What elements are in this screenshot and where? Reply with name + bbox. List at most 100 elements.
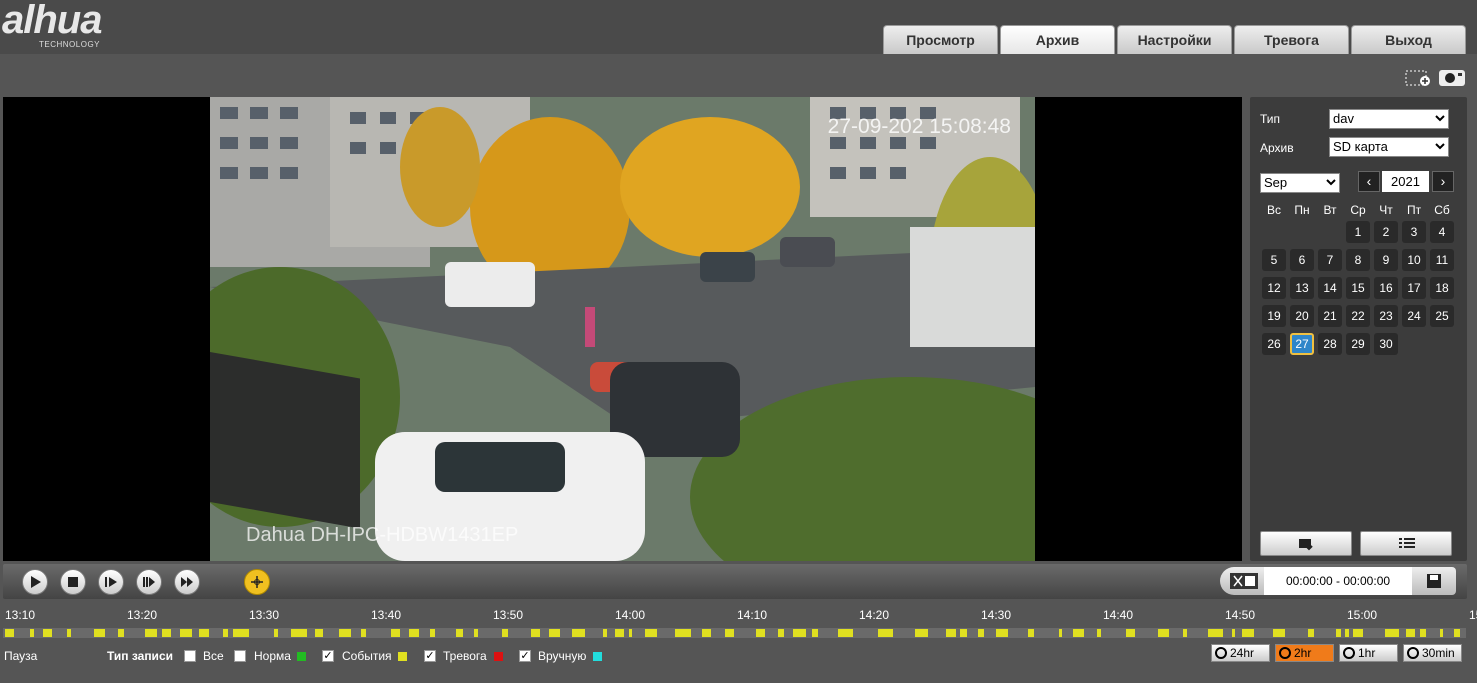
weekday-header: Вс xyxy=(1266,203,1281,217)
calendar-day[interactable]: 28 xyxy=(1318,333,1342,355)
tab-settings[interactable]: Настройки xyxy=(1117,25,1232,54)
prev-year-button[interactable]: ‹ xyxy=(1358,171,1380,192)
type-select-value: dav xyxy=(1333,111,1354,126)
year-field[interactable]: 2021 xyxy=(1382,171,1429,192)
video-frame[interactable]: 27-09-202 15:08:48 Dahua DH-IPC-HDBW1431… xyxy=(210,97,1035,561)
snapshot-icon[interactable] xyxy=(1439,69,1465,87)
calendar-day[interactable]: 1 xyxy=(1346,221,1370,243)
calendar-day[interactable]: 22 xyxy=(1346,305,1370,327)
type-select[interactable]: dav xyxy=(1329,109,1449,129)
recording-segment xyxy=(118,629,124,637)
calendar-day[interactable]: 19 xyxy=(1262,305,1286,327)
recording-segment xyxy=(1158,629,1169,637)
next-year-button[interactable]: › xyxy=(1432,171,1454,192)
file-list-button[interactable] xyxy=(1360,531,1452,556)
calendar-day[interactable]: 3 xyxy=(1402,221,1426,243)
calendar-day[interactable]: 21 xyxy=(1318,305,1342,327)
filter-normal-checkbox[interactable] xyxy=(234,650,246,662)
weekday-header: Ср xyxy=(1350,203,1366,217)
calendar-day[interactable]: 8 xyxy=(1346,249,1370,271)
type-label: Тип xyxy=(1260,112,1281,126)
clip-button[interactable] xyxy=(1220,567,1264,595)
slow-play-button[interactable] xyxy=(136,569,162,595)
filter-manual-checkbox[interactable]: ✓ xyxy=(519,650,531,662)
recording-segment xyxy=(915,629,928,637)
recording-segment xyxy=(1073,629,1084,637)
recording-segment xyxy=(1406,629,1415,637)
tab-logout[interactable]: Выход xyxy=(1351,25,1466,54)
calendar-day[interactable]: 11 xyxy=(1430,249,1454,271)
calendar-day[interactable]: 6 xyxy=(1290,249,1314,271)
chevron-down-icon xyxy=(1326,179,1336,186)
save-clip-button[interactable] xyxy=(1412,567,1456,595)
calendar-day[interactable]: 25 xyxy=(1430,305,1454,327)
calendar-day[interactable]: 27 xyxy=(1290,333,1314,355)
clip-time-range: 00:00:00 - 00:00:00 xyxy=(1264,567,1412,595)
recording-segment xyxy=(1308,629,1314,637)
zoom-24hr-button[interactable]: 24hr xyxy=(1211,644,1270,662)
calendar-day[interactable]: 23 xyxy=(1374,305,1398,327)
calendar-day[interactable]: 30 xyxy=(1374,333,1398,355)
tab-alarm[interactable]: Тревога xyxy=(1234,25,1349,54)
calendar-day[interactable]: 20 xyxy=(1290,305,1314,327)
recording-segment xyxy=(572,629,585,637)
calendar-day[interactable]: 9 xyxy=(1374,249,1398,271)
zoom-30min-button[interactable]: 30min xyxy=(1403,644,1462,662)
calendar-day[interactable]: 17 xyxy=(1402,277,1426,299)
fast-play-button[interactable] xyxy=(174,569,200,595)
tab-archive[interactable]: Архив xyxy=(1000,25,1115,54)
filter-all-checkbox[interactable] xyxy=(184,650,196,662)
dahua-logo: alhua TECHNOLOGY xyxy=(2,0,142,50)
clock-icon xyxy=(1407,647,1419,659)
zoom-1hr-button[interactable]: 1hr xyxy=(1339,644,1398,662)
month-select[interactable]: Sep xyxy=(1260,173,1340,193)
recording-segment xyxy=(960,629,967,637)
zoom-24hr-label: 24hr xyxy=(1230,646,1255,660)
zoom-region-icon[interactable] xyxy=(1405,69,1431,87)
timeline-track[interactable] xyxy=(3,628,1466,638)
calendar-day[interactable]: 13 xyxy=(1290,277,1314,299)
calendar-day[interactable]: 15 xyxy=(1346,277,1370,299)
tab-preview[interactable]: Просмотр xyxy=(883,25,998,54)
calendar-day[interactable]: 14 xyxy=(1318,277,1342,299)
recording-segment xyxy=(615,629,624,637)
archive-select-value: SD карта xyxy=(1333,139,1388,154)
recording-segment xyxy=(1232,629,1235,637)
archive-select[interactable]: SD карта xyxy=(1329,137,1449,157)
chevron-right-icon: › xyxy=(1440,173,1446,189)
calendar-day[interactable]: 24 xyxy=(1402,305,1426,327)
calendar-day[interactable]: 5 xyxy=(1262,249,1286,271)
play-button[interactable] xyxy=(22,569,48,595)
view-tools xyxy=(1405,69,1465,87)
filter-alarm-label: Тревога xyxy=(443,649,487,663)
camera-scene xyxy=(210,97,1035,561)
calendar-day[interactable]: 2 xyxy=(1374,221,1398,243)
timeline-tick-label: 13:20 xyxy=(127,608,158,622)
filter-events-checkbox[interactable]: ✓ xyxy=(322,650,334,662)
calendar-day[interactable]: 26 xyxy=(1262,333,1286,355)
download-button[interactable] xyxy=(1260,531,1352,556)
stop-button[interactable] xyxy=(60,569,86,595)
calendar-day[interactable]: 12 xyxy=(1262,277,1286,299)
archive-label: Архив xyxy=(1260,141,1294,155)
recording-segment xyxy=(978,629,984,637)
chevron-down-icon xyxy=(1435,143,1445,150)
zoom-1hr-label: 1hr xyxy=(1358,646,1376,660)
calendar-day[interactable]: 4 xyxy=(1430,221,1454,243)
video-panel[interactable]: 27-09-202 15:08:48 Dahua DH-IPC-HDBW1431… xyxy=(3,97,1242,561)
calendar-day[interactable]: 10 xyxy=(1402,249,1426,271)
recording-segment xyxy=(1273,629,1285,637)
zoom-2hr-button[interactable]: 2hr xyxy=(1275,644,1334,662)
step-forward-button[interactable] xyxy=(98,569,124,595)
recording-segment xyxy=(409,629,419,637)
chevron-left-icon: ‹ xyxy=(1366,173,1372,189)
calendar-day[interactable]: 7 xyxy=(1318,249,1342,271)
filter-alarm-checkbox[interactable]: ✓ xyxy=(424,650,436,662)
calendar-day[interactable]: 16 xyxy=(1374,277,1398,299)
recording-segment xyxy=(223,629,228,637)
digital-zoom-button[interactable] xyxy=(244,569,270,595)
recording-segment xyxy=(145,629,157,637)
recording-segment xyxy=(1242,629,1254,637)
calendar-day[interactable]: 18 xyxy=(1430,277,1454,299)
calendar-day[interactable]: 29 xyxy=(1346,333,1370,355)
